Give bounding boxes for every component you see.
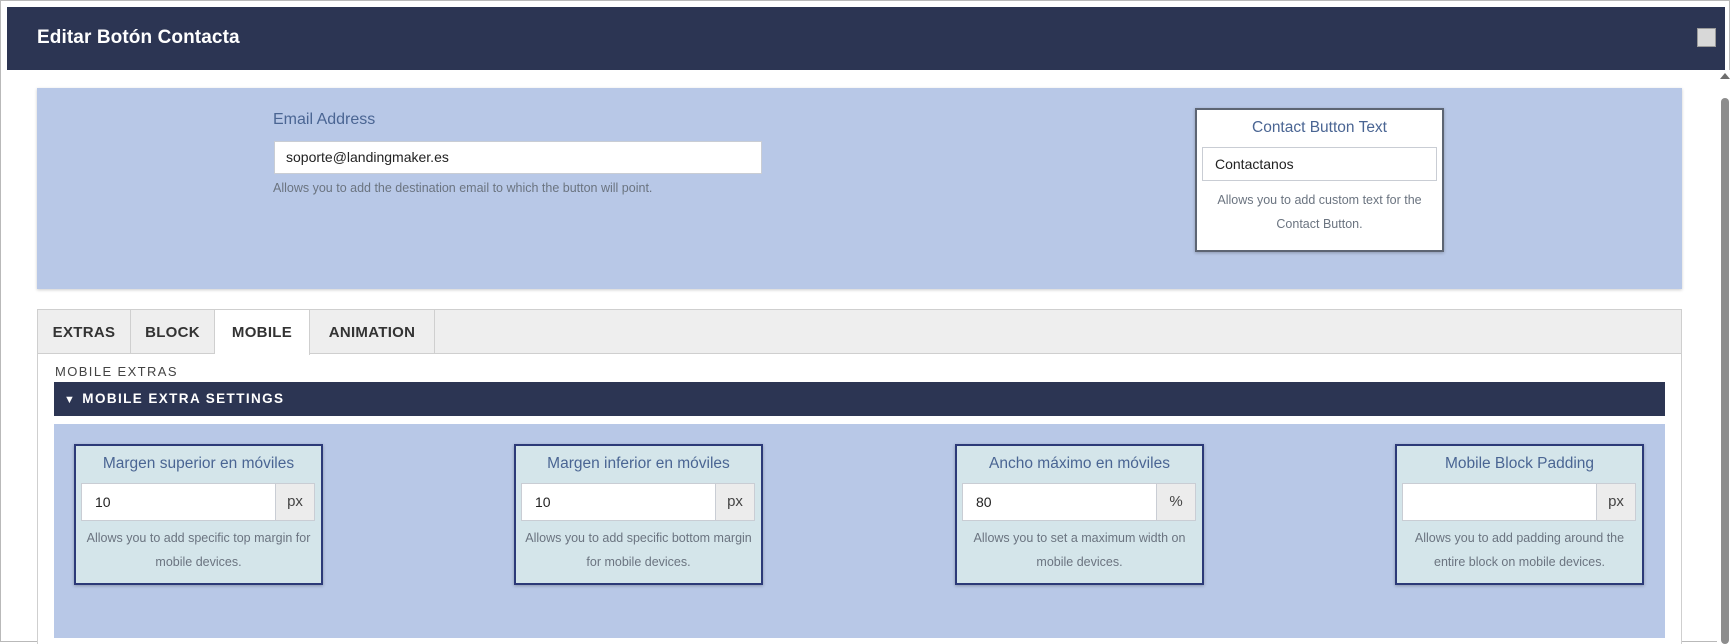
- email-help-text: Allows you to add the destination email …: [273, 181, 653, 195]
- mobile-bottom-margin-label: Margen inferior en móviles: [547, 455, 730, 472]
- mobile-top-margin-field[interactable]: 10: [81, 483, 276, 521]
- mobile-bottom-margin-unit: px: [715, 483, 755, 521]
- contact-button-text-field[interactable]: Contactanos: [1202, 147, 1437, 181]
- mobile-block-padding-label: Mobile Block Padding: [1444, 455, 1595, 472]
- tab-animation[interactable]: ANIMATION: [310, 310, 435, 354]
- tab-block[interactable]: BLOCK: [131, 310, 215, 354]
- mobile-block-padding-field[interactable]: [1402, 483, 1597, 521]
- close-icon[interactable]: [1697, 28, 1716, 47]
- email-field[interactable]: soporte@landingmaker.es: [274, 141, 762, 174]
- dialog-titlebar: Editar Botón Contacta: [7, 7, 1725, 70]
- mobile-extras-title: MOBILE EXTRAS: [55, 364, 178, 379]
- mobile-max-width-card: Ancho máximo en móviles 80 % Allows you …: [955, 444, 1204, 585]
- mobile-top-margin-unit: px: [275, 483, 315, 521]
- mobile-max-width-help: Allows you to set a maximum width on mob…: [973, 531, 1186, 569]
- mobile-top-margin-help: Allows you to add specific top margin fo…: [86, 531, 311, 569]
- scroll-up-arrow-icon[interactable]: [1720, 73, 1730, 79]
- mobile-block-padding-card: Mobile Block Padding px Allows you to ad…: [1395, 444, 1644, 585]
- tab-extras[interactable]: EXTRAS: [38, 310, 131, 354]
- email-label: Email Address: [273, 111, 376, 128]
- mobile-block-padding-unit: px: [1596, 483, 1636, 521]
- mobile-bottom-margin-field[interactable]: 10: [521, 483, 716, 521]
- mobile-extra-settings-label: MOBILE EXTRA SETTINGS: [82, 391, 285, 406]
- contact-button-text-card: Contact Button Text Contactanos Allows y…: [1195, 108, 1444, 252]
- mobile-top-margin-card: Margen superior en móviles 10 px Allows …: [74, 444, 323, 585]
- mobile-max-width-unit: %: [1156, 483, 1196, 521]
- mobile-bottom-margin-card: Margen inferior en móviles 10 px Allows …: [514, 444, 763, 585]
- contact-button-text-help: Allows you to add custom text for the Co…: [1217, 193, 1422, 231]
- mobile-max-width-label: Ancho máximo en móviles: [989, 455, 1170, 472]
- mobile-top-margin-label: Margen superior en móviles: [102, 455, 295, 472]
- dialog-title: Editar Botón Contacta: [37, 27, 240, 48]
- triangle-down-icon: ▼: [64, 394, 77, 406]
- tab-mobile[interactable]: MOBILE: [215, 310, 310, 355]
- mobile-block-padding-help: Allows you to add padding around the ent…: [1414, 531, 1625, 569]
- scrollbar-thumb[interactable]: [1721, 98, 1729, 644]
- mobile-extra-settings-toggle[interactable]: ▼ MOBILE EXTRA SETTINGS: [54, 382, 1665, 416]
- mobile-bottom-margin-help: Allows you to add specific bottom margin…: [525, 531, 752, 569]
- contact-button-text-label: Contact Button Text: [1252, 119, 1387, 136]
- mobile-max-width-field[interactable]: 80: [962, 483, 1157, 521]
